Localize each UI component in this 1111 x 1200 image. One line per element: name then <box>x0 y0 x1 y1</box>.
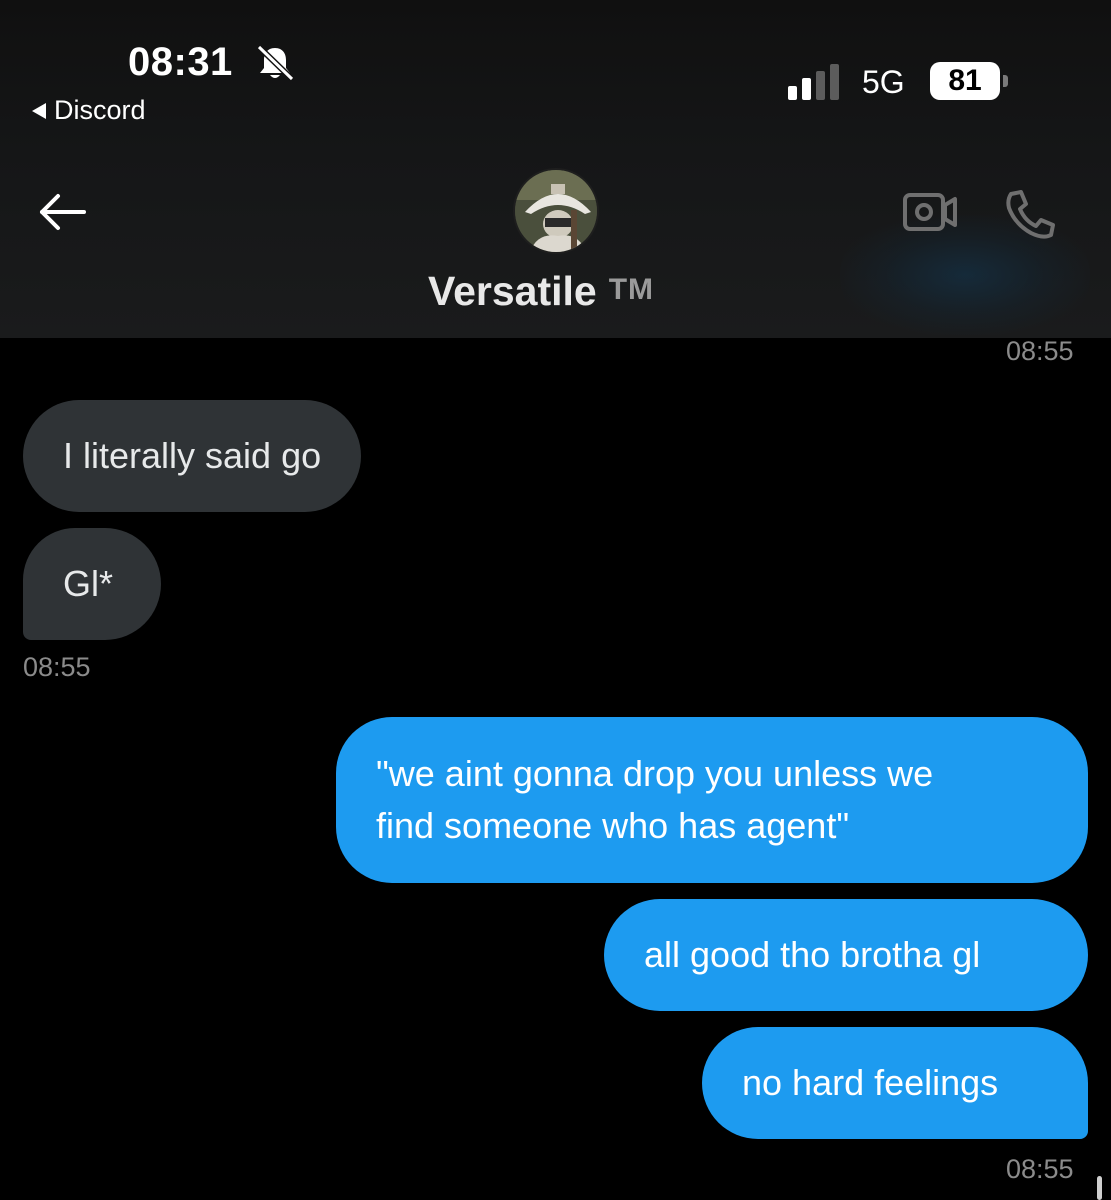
avatar-image <box>515 170 597 252</box>
back-app-label: Discord <box>54 95 146 125</box>
incoming-message[interactable]: Gl* <box>23 528 161 640</box>
signal-bars-icon <box>788 64 839 100</box>
message-timestamp: 08:55 <box>23 652 91 682</box>
back-to-discord[interactable]: Discord <box>32 95 146 126</box>
network-type: 5G <box>862 64 905 100</box>
message-timestamp: 08:55 <box>1006 1154 1074 1184</box>
arrow-left-icon[interactable] <box>36 190 88 234</box>
back-triangle-icon <box>32 102 46 119</box>
message-text: all good tho brotha gl <box>644 934 981 975</box>
message-text: Gl* <box>63 563 114 604</box>
status-time: 08:31 <box>128 40 233 84</box>
message-text: I literally said go <box>63 435 322 476</box>
avatar[interactable] <box>513 168 599 254</box>
message-text-line: "we aint gonna drop you unless we <box>376 753 934 794</box>
incoming-message[interactable]: I literally said go <box>23 400 362 512</box>
message-text-line: find someone who has agent" <box>376 805 850 846</box>
battery-tip <box>1003 75 1008 87</box>
contact-name[interactable]: Versatile TM <box>428 268 654 315</box>
outgoing-message[interactable]: all good tho brotha gl <box>604 899 1088 1011</box>
scrollbar[interactable] <box>1097 1176 1102 1200</box>
message-timestamp: 08:55 <box>1006 336 1074 366</box>
contact-name-suffix: TM <box>608 273 655 306</box>
battery-level: 81 <box>930 62 1000 100</box>
contact-name-text: Versatile <box>428 268 597 314</box>
battery-icon: 81 <box>930 62 1010 100</box>
video-camera-icon[interactable] <box>902 190 958 234</box>
bell-slash-icon <box>256 44 295 82</box>
phone-icon[interactable] <box>1003 188 1057 240</box>
message-text: no hard feelings <box>742 1062 999 1103</box>
outgoing-message[interactable]: "we aint gonna drop you unless we find s… <box>336 717 1088 883</box>
outgoing-message[interactable]: no hard feelings <box>702 1027 1088 1139</box>
